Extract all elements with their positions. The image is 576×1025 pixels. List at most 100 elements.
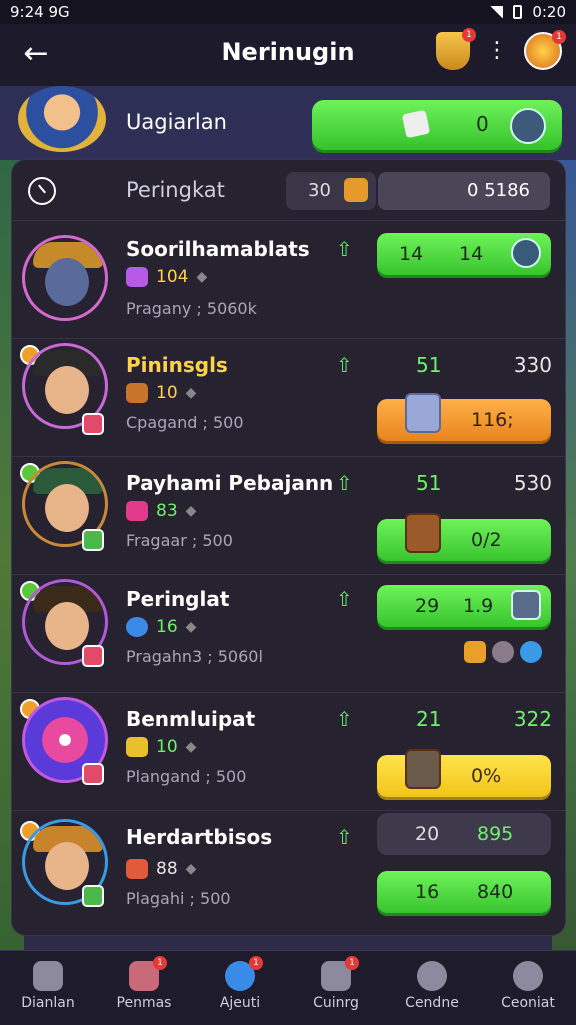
controller-icon: 1 [225,956,263,991]
rank-value: 30 [308,180,331,201]
leaderboard-title: Peringkat [126,178,225,202]
level-icon [126,501,148,521]
reward-pill[interactable]: 0/2 [377,513,551,561]
player-level: 104 [156,267,189,287]
stat-b: 530 [513,471,552,495]
settings-icon[interactable] [492,641,514,663]
currency-pill[interactable]: 0 [312,100,562,150]
status-bar: 9:24 9G 0:20 [0,0,576,24]
nav-item-active[interactable]: 1 Ajeuti [192,951,288,1025]
leaf-badge [82,885,104,907]
score-value: 0 5186 [467,180,530,201]
level-icon [126,859,148,879]
nav-item-profile[interactable]: Cendne [384,951,480,1025]
clock-icon[interactable] [28,177,56,205]
player-name: Soorilhamablats [126,237,310,261]
player-name: Pininsgls [126,353,228,377]
player-subtext: Pragahn3 ; 5060l [126,647,263,666]
notification-badge: 1 [462,28,476,42]
player-name: Payhami Pebajann [126,471,334,495]
stat-pill[interactable]: 20 895 [377,813,551,855]
rank-up-icon: ⇧ [336,237,353,261]
status-time-right: 0:20 [532,3,566,21]
stat-b: 322 [513,707,552,731]
avatar[interactable] [18,86,106,152]
player-level: 88 [156,859,178,879]
heart-badge [82,763,104,785]
leaderboard-panel: Peringkat 30 0 5186 Soorilhamablats 104 … [12,160,565,935]
reward-pill[interactable]: 116; [377,393,551,441]
stat-a: 51 [416,353,442,377]
nav-item-settings[interactable]: Ceoniat [480,951,576,1025]
stat-pill[interactable]: 16 840 [377,871,551,913]
heart-badge [82,645,104,667]
person-icon [417,961,447,991]
stat-a: 51 [416,471,442,495]
missions-icon: 1 [129,956,167,991]
rank-up-icon: ⇧ [336,707,353,731]
currency-count: 0 [476,112,489,136]
player-name: Benmluipat [126,707,256,731]
shield-badge-icon[interactable]: 1 [436,28,476,70]
list-item[interactable]: Payhami Pebajann 83 ◆ Fragaar ; 500 ⇧ 51… [12,456,565,575]
player-subtext: Plangand ; 500 [126,767,247,786]
rank-up-icon: ⇧ [336,825,353,849]
lock-person-icon [513,961,543,991]
reward-pill[interactable]: 0% [377,749,551,797]
stat-a: 21 [416,707,442,731]
verified-icon[interactable] [520,641,542,663]
list-item[interactable]: Peringlat 16 ◆ Pragahn3 ; 5060l ⇧ 29 1.9 [12,574,565,693]
player-name: Peringlat [126,587,230,611]
level-icon [126,737,148,757]
level-icon [126,267,148,287]
leaderboard-header: Peringkat 30 0 5186 [12,160,565,220]
score-box: 0 5186 [378,172,550,210]
profile-avatar[interactable]: 1 [524,30,566,70]
robot-icon [511,590,541,620]
chest-icon [405,749,441,789]
leaf-badge [82,529,104,551]
current-user-banner: Uagiarlan 0 [0,86,576,160]
battery-icon [513,5,523,19]
avatar [22,235,108,321]
nav-item-missions[interactable]: 1 Penmas [96,951,192,1025]
heart-badge [82,413,104,435]
rank-up-icon: ⇧ [336,471,353,495]
level-icon [126,383,148,403]
rank-up-icon: ⇧ [336,353,353,377]
player-subtext: Fragaar ; 500 [126,531,233,550]
rank-up-icon: ⇧ [336,587,353,611]
player-level: 10 [156,737,178,757]
user-name: Uagiarlan [126,110,227,134]
status-time: 9:24 9G [10,3,70,21]
stat-pill[interactable]: 29 1.9 [377,585,551,627]
list-item[interactable]: Pininsgls 10 ◆ Cpagand ; 500 ⇧ 51 330 11… [12,338,565,457]
stat-pill[interactable]: 14 14 [377,233,551,275]
level-icon [126,617,148,637]
stat-b: 330 [513,353,552,377]
player-subtext: Plagahi ; 500 [126,889,231,908]
player-name: Herdartbisos [126,825,273,849]
gem-icon [511,238,541,268]
shield-icon[interactable] [464,641,486,663]
trophy-icon [344,178,368,202]
player-level: 10 [156,383,178,403]
more-options-icon[interactable]: ⋮ [486,40,508,62]
nav-item-chat[interactable]: 1 Cuinrg [288,951,384,1025]
list-item[interactable]: Benmluipat 10 ◆ Plangand ; 500 ⇧ 21 322 … [12,692,565,811]
list-item[interactable]: Soorilhamablats 104 ◆ Pragany ; 5060k ⇧ … [12,220,565,339]
nav-item-home[interactable]: Dianlan [0,951,96,1025]
player-subtext: Pragany ; 5060k [126,299,257,318]
chat-icon: 1 [321,956,359,991]
reward-icon [405,393,441,433]
notification-badge: 1 [552,30,566,44]
bottom-nav: Dianlan 1 Penmas 1 Ajeuti 1 Cuinrg Cendn… [0,950,576,1025]
player-level: 83 [156,501,178,521]
chest-icon [405,513,441,553]
gem-icon [510,108,546,144]
list-item[interactable]: Herdartbisos 88 ◆ Plagahi ; 500 ⇧ 20 895… [12,810,565,935]
rank-box: 30 [286,172,376,210]
signal-icon [489,6,504,18]
player-level: 16 [156,617,178,637]
card-icon [401,109,431,139]
